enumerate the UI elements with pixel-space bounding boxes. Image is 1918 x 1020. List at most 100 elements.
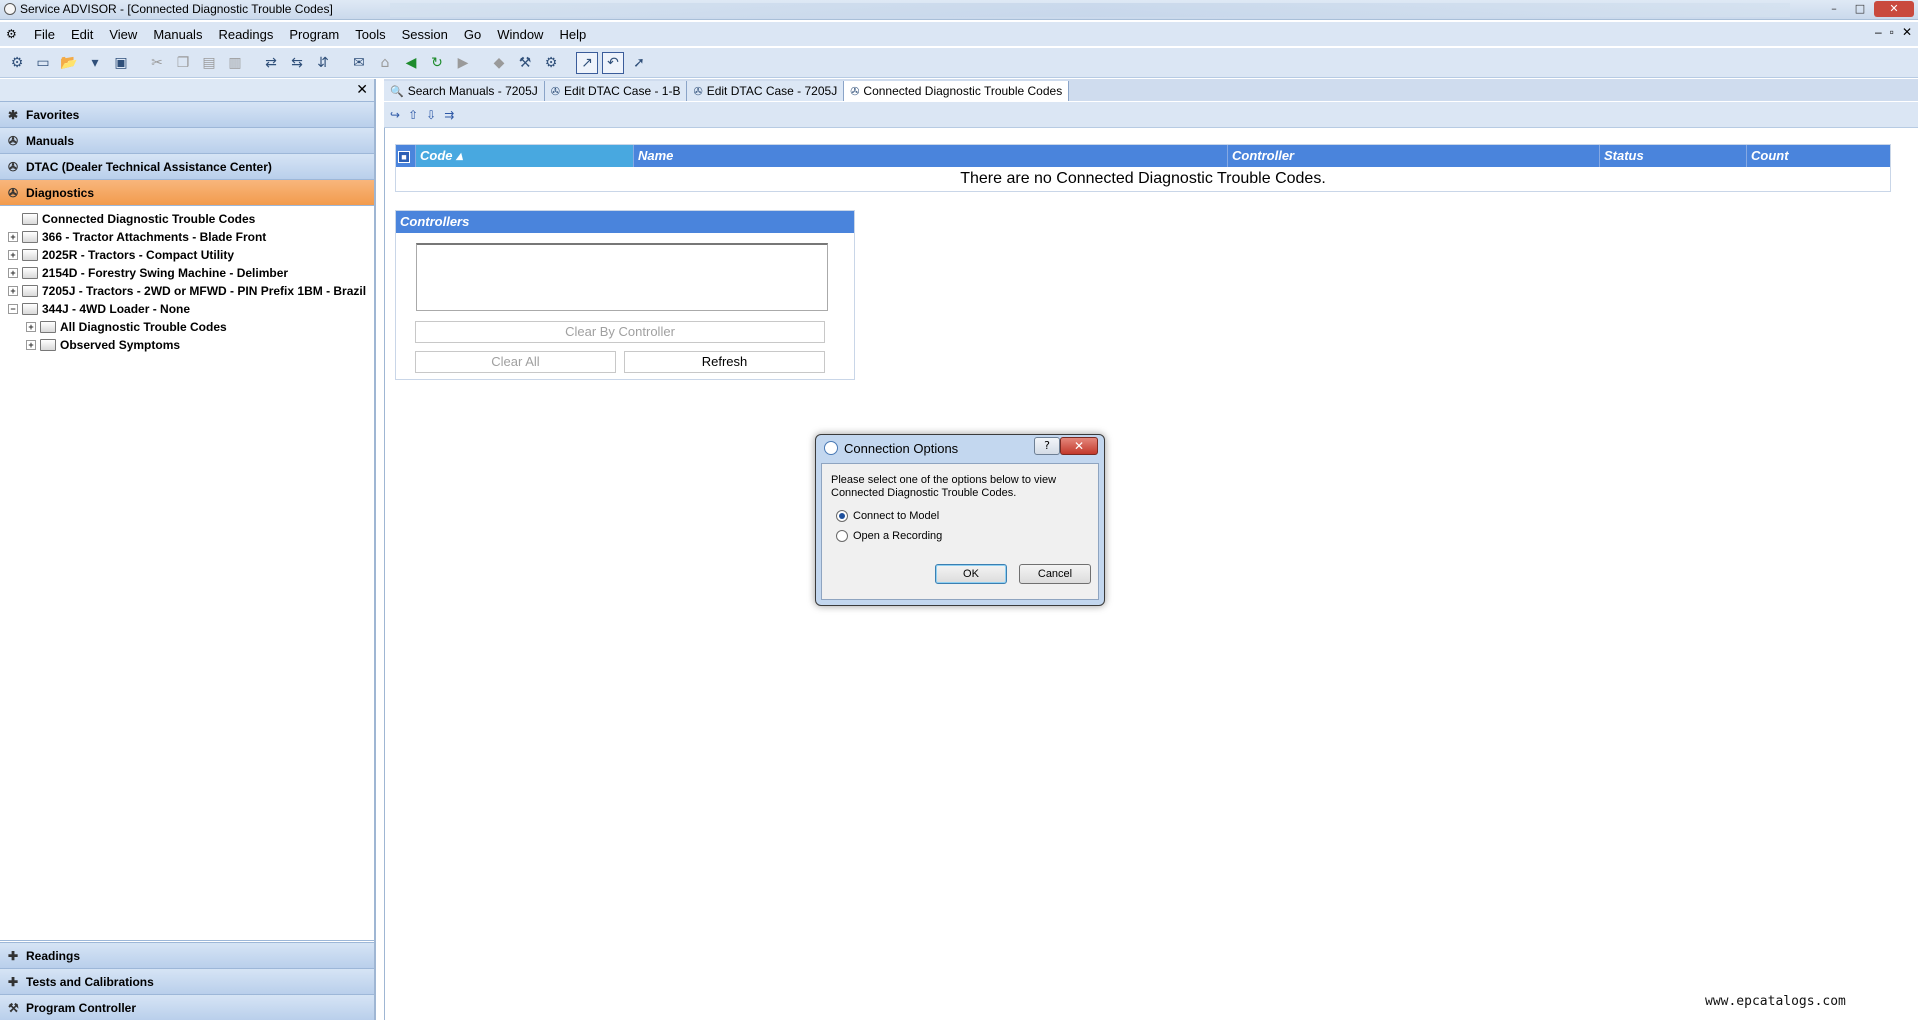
home-icon[interactable]: ⌂ <box>374 52 396 74</box>
nav-program-controller[interactable]: ⚒ Program Controller <box>0 994 374 1020</box>
diamond-icon[interactable]: ◆ <box>488 52 510 74</box>
tab-edit-dtac-7205j[interactable]: ✇ Edit DTAC Case - 7205J <box>687 81 845 101</box>
paste-icon[interactable]: ▤ <box>198 52 220 74</box>
minimize-button[interactable]: – <box>1822 1 1846 17</box>
nav-favorites[interactable]: ✱ Favorites <box>0 101 374 127</box>
nav-label: DTAC (Dealer Technical Assistance Center… <box>26 159 272 174</box>
radio-checked-icon[interactable] <box>836 510 848 522</box>
expand-icon[interactable]: + <box>26 340 36 350</box>
mdi-restore-button[interactable]: ▫ <box>1890 25 1894 39</box>
nav-readings[interactable]: ✚ Readings <box>0 942 374 968</box>
email-icon[interactable]: ✉ <box>348 52 370 74</box>
network-icon[interactable]: ⇆ <box>286 52 308 74</box>
dtc-empty-message: There are no Connected Diagnostic Troubl… <box>960 170 1326 187</box>
open-folder-icon[interactable]: 📂 <box>58 52 80 74</box>
help-button[interactable]: ? <box>1034 437 1060 455</box>
expand-icon[interactable]: + <box>8 268 18 278</box>
manual-icon: ✇ <box>8 133 19 148</box>
tab-edit-dtac-1b[interactable]: ✇ Edit DTAC Case - 1-B <box>544 81 688 101</box>
column-name[interactable]: Name <box>634 145 1228 167</box>
move-up-icon[interactable]: ⇧ <box>408 108 418 122</box>
clear-by-controller-button[interactable]: Clear By Controller <box>415 321 825 343</box>
column-count[interactable]: Count <box>1747 145 1890 167</box>
nav-diagnostics[interactable]: ✇ Diagnostics <box>0 179 374 205</box>
column-status[interactable]: Status <box>1600 145 1747 167</box>
tree-item[interactable]: + 2025R - Tractors - Compact Utility <box>0 246 374 264</box>
select-all-checkbox[interactable]: ■ <box>396 145 416 167</box>
menu-window[interactable]: Window <box>489 27 551 42</box>
close-panel-button[interactable]: ✕ <box>356 82 368 98</box>
menu-session[interactable]: Session <box>394 27 456 42</box>
new-document-icon[interactable]: ▭ <box>32 52 54 74</box>
tab-connected-dtc[interactable]: ✇ Connected Diagnostic Trouble Codes <box>844 81 1070 101</box>
option-connect-to-model[interactable]: Connect to Model <box>836 510 939 522</box>
mdi-close-button[interactable]: ✕ <box>1902 25 1912 39</box>
dialog-body: Please select one of the options below t… <box>821 463 1099 600</box>
menu-view[interactable]: View <box>101 27 145 42</box>
menu-tools[interactable]: Tools <box>347 27 393 42</box>
folder-icon <box>22 231 38 243</box>
tree-item[interactable]: Connected Diagnostic Trouble Codes <box>0 210 374 228</box>
print-icon[interactable]: ▥ <box>224 52 246 74</box>
column-controller[interactable]: Controller <box>1228 145 1600 167</box>
tree-item[interactable]: + 2154D - Forestry Swing Machine - Delim… <box>0 264 374 282</box>
help-pointer-icon[interactable]: ➚ <box>628 52 650 74</box>
mdi-minimize-button[interactable]: – <box>1875 25 1882 39</box>
close-window-button[interactable]: ✕ <box>1874 1 1914 17</box>
tree-item[interactable]: + All Diagnostic Trouble Codes <box>0 318 374 336</box>
nav-label: Readings <box>26 948 81 963</box>
dialog-close-button[interactable]: ✕ <box>1060 437 1098 455</box>
ok-button[interactable]: OK <box>935 564 1007 584</box>
tree-item[interactable]: + Observed Symptoms <box>0 336 374 354</box>
clear-all-button[interactable]: Clear All <box>415 351 616 373</box>
tool-icon[interactable]: ⚒ <box>514 52 536 74</box>
tree-item[interactable]: + 7205J - Tractors - 2WD or MFWD - PIN P… <box>0 282 374 300</box>
cancel-button[interactable]: Cancel <box>1019 564 1091 584</box>
dropdown-arrow-icon[interactable]: ▾ <box>84 52 106 74</box>
tree-item[interactable]: + 366 - Tractor Attachments - Blade Fron… <box>0 228 374 246</box>
tree-item-label: 2154D - Forestry Swing Machine - Delimbe… <box>42 266 289 280</box>
menu-readings[interactable]: Readings <box>210 27 281 42</box>
expand-icon[interactable]: + <box>8 232 18 242</box>
collapse-icon[interactable]: − <box>8 304 18 314</box>
menu-file[interactable]: File <box>26 27 63 42</box>
column-code[interactable]: Code ▴ <box>416 145 634 167</box>
menu-manuals[interactable]: Manuals <box>145 27 210 42</box>
expand-all-icon[interactable]: ⇉ <box>444 108 454 122</box>
app-menu-icon[interactable]: ⚙ <box>6 27 20 41</box>
menu-edit[interactable]: Edit <box>63 27 101 42</box>
copy-icon[interactable]: ❐ <box>172 52 194 74</box>
cut-icon[interactable]: ✂ <box>146 52 168 74</box>
connect-icon[interactable]: ⇄ <box>260 52 282 74</box>
hierarchy-icon[interactable]: ⇵ <box>312 52 334 74</box>
refresh-icon[interactable]: ↻ <box>426 52 448 74</box>
expand-icon[interactable]: + <box>26 322 36 332</box>
nav-dtac[interactable]: ✇ DTAC (Dealer Technical Assistance Cent… <box>0 153 374 179</box>
radio-unchecked-icon[interactable] <box>836 530 848 542</box>
tab-search-manuals[interactable]: 🔍 Search Manuals - 7205J <box>384 81 545 101</box>
refresh-button[interactable]: Refresh <box>624 351 825 373</box>
diagnostics-icon <box>824 441 838 455</box>
undo-icon[interactable]: ↶ <box>602 51 624 74</box>
nav-tests-calibrations[interactable]: ✚ Tests and Calibrations <box>0 968 374 994</box>
settings-icon[interactable]: ⚙ <box>6 52 28 74</box>
menu-help[interactable]: Help <box>551 27 594 42</box>
tree-item[interactable]: − 344J - 4WD Loader - None <box>0 300 374 318</box>
external-link-icon[interactable]: ↗ <box>576 51 598 74</box>
menu-program[interactable]: Program <box>281 27 347 42</box>
nav-manuals[interactable]: ✇ Manuals <box>0 127 374 153</box>
forward-icon[interactable]: ▶ <box>452 52 474 74</box>
gear-icon[interactable]: ⚙ <box>540 52 562 74</box>
menu-go[interactable]: Go <box>456 27 489 42</box>
back-icon[interactable]: ◀ <box>400 52 422 74</box>
controllers-list[interactable] <box>416 243 828 311</box>
expand-icon[interactable]: + <box>8 250 18 260</box>
expand-icon[interactable]: + <box>8 286 18 296</box>
connect-icon[interactable]: ↪ <box>390 108 400 122</box>
folder-icon <box>22 267 38 279</box>
maximize-button[interactable]: □ <box>1848 1 1872 17</box>
option-open-recording[interactable]: Open a Recording <box>836 530 942 542</box>
move-down-icon[interactable]: ⇩ <box>426 108 436 122</box>
document-area: ■ Code ▴ Name Controller Status Count Th… <box>384 128 1918 1020</box>
save-icon[interactable]: ▣ <box>110 52 132 74</box>
